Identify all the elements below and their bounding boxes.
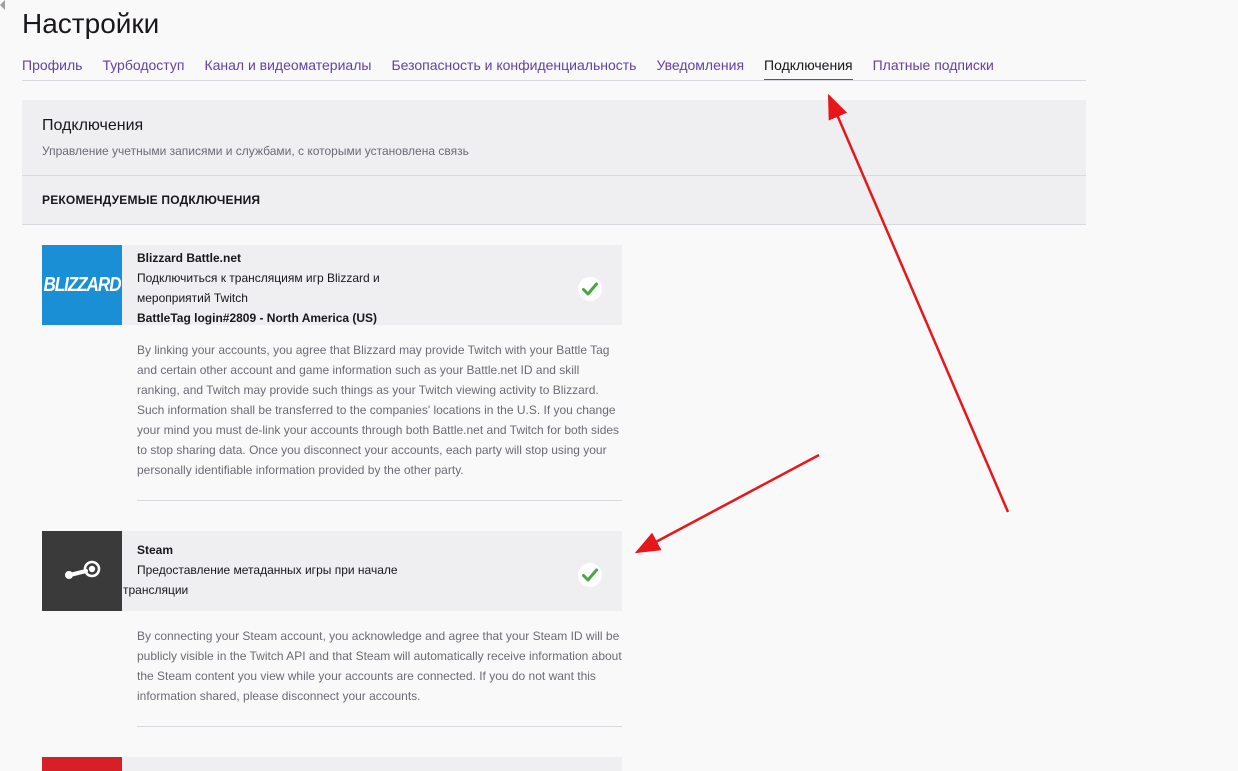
connection-legal-text: By connecting your Steam account, you ac… xyxy=(137,629,622,703)
blizzard-logo-text: BLIZZARD xyxy=(43,273,122,296)
panel-subtitle: Управление учетными записями и службами,… xyxy=(42,144,469,158)
tab-profile[interactable]: Профиль xyxy=(22,48,82,79)
tab-turbo[interactable]: Турбодоступ xyxy=(102,48,184,79)
tab-subscriptions[interactable]: Платные подписки xyxy=(873,48,994,79)
section-title: РЕКОМЕНДУЕМЫЕ ПОДКЛЮЧЕНИЯ xyxy=(42,193,261,207)
connection-legal-text: By linking your accounts, you agree that… xyxy=(137,343,620,477)
tab-security-and-privacy[interactable]: Безопасность и конфиденциальность xyxy=(391,48,636,79)
connection-description-line1: Подключиться к трансляциям игр Blizzard … xyxy=(137,271,380,285)
tab-connections[interactable]: Подключения xyxy=(764,48,853,80)
panel-title: Подключения xyxy=(42,117,144,134)
connection-info: Steam Предоставление метаданных игры при… xyxy=(123,540,557,600)
page-title: Настройки xyxy=(22,8,160,39)
settings-tabs: Профиль Турбодоступ Канал и видеоматериа… xyxy=(22,48,1086,81)
connected-check-icon[interactable] xyxy=(578,563,602,587)
connection-account: BattleTag login#2809 - North America (US… xyxy=(137,311,378,325)
left-edge-marker xyxy=(0,0,5,10)
connection-info: Blizzard Battle.net Подключиться к транс… xyxy=(137,248,557,328)
divider xyxy=(137,500,622,501)
connection-steam: Steam Предоставление метаданных игры при… xyxy=(42,531,622,727)
connection-description-line1: Предоставление метаданных игры при начал… xyxy=(137,563,398,577)
connection-card: BLIZZARD Blizzard Battle.net Подключитьс… xyxy=(42,245,622,325)
divider xyxy=(137,726,622,727)
tab-notifications[interactable]: Уведомления xyxy=(656,48,744,79)
connection-card xyxy=(42,757,622,771)
tab-channel-and-videos[interactable]: Канал и видеоматериалы xyxy=(204,48,371,79)
connections-panel-header: Подключения Управление учетными записями… xyxy=(22,100,1086,176)
connection-name: Blizzard Battle.net xyxy=(137,251,242,265)
connection-blizzard: BLIZZARD Blizzard Battle.net Подключитьс… xyxy=(42,245,622,501)
connected-check-icon[interactable] xyxy=(578,277,602,301)
blizzard-logo-icon: BLIZZARD xyxy=(42,245,122,325)
connection-next-partial xyxy=(42,757,622,771)
connection-description-line2: мероприятий Twitch xyxy=(137,291,248,305)
connection-logo-icon xyxy=(42,757,122,771)
connection-name: Steam xyxy=(137,543,174,557)
connection-card: Steam Предоставление метаданных игры при… xyxy=(42,531,622,611)
recommended-connections-header: РЕКОМЕНДУЕМЫЕ ПОДКЛЮЧЕНИЯ xyxy=(22,176,1086,225)
annotation-arrow-to-steam xyxy=(634,453,820,554)
steam-logo-icon xyxy=(42,531,122,611)
connection-description-line2: трансляции xyxy=(123,583,189,597)
